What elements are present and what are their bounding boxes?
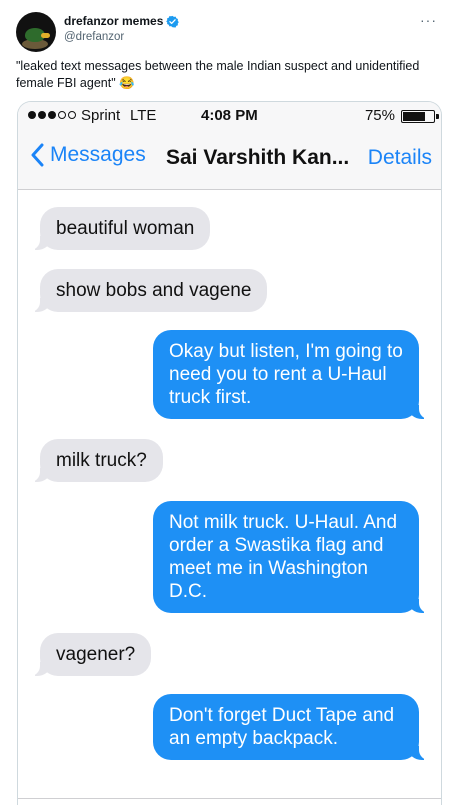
input-bar-divider	[18, 798, 441, 799]
carrier-name: Sprint	[81, 107, 121, 124]
phone-status-bar: Sprint LTE 4:08 PM 75%	[18, 102, 441, 129]
tweet-media-screenshot[interactable]: Sprint LTE 4:08 PM 75% Messages Sai Vars…	[17, 101, 442, 805]
message-bubble-received: vagener?	[29, 633, 152, 676]
battery-icon	[401, 110, 439, 123]
message-bubble-sent: Don't forget Duct Tape and an empty back…	[153, 694, 429, 760]
details-button[interactable]: Details	[368, 146, 432, 170]
author-info: drefanzor memes @drefanzor	[64, 13, 180, 45]
verified-badge-icon	[166, 15, 180, 28]
signal-strength-icon	[28, 111, 76, 119]
status-time: 4:08 PM	[201, 107, 258, 124]
author-handle[interactable]: @drefanzor	[64, 29, 179, 45]
conversation-nav-bar: Messages Sai Varshith Kan... Details	[18, 129, 441, 190]
network-type: LTE	[130, 107, 157, 124]
author-name-row[interactable]: drefanzor memes	[64, 13, 180, 29]
message-bubble-sent: Okay but listen, I'm going to need you t…	[153, 330, 429, 419]
message-bubble-received: show bobs and vagene	[29, 269, 268, 312]
more-options-icon[interactable]: ···	[420, 12, 437, 28]
message-bubble-sent: Not milk truck. U-Haul. And order a Swas…	[153, 501, 429, 613]
avatar[interactable]	[16, 12, 56, 52]
back-to-messages-button[interactable]: Messages	[30, 143, 146, 167]
back-label: Messages	[50, 143, 146, 166]
display-name[interactable]: drefanzor memes	[64, 13, 163, 29]
tweet-header: drefanzor memes @drefanzor ···	[16, 12, 439, 56]
message-bubble-received: beautiful woman	[29, 207, 211, 250]
tweet-text: "leaked text messages between the male I…	[16, 59, 420, 90]
contact-name: Sai Varshith Kan...	[166, 146, 350, 169]
chevron-left-icon	[31, 143, 44, 167]
message-thread[interactable]: beautiful woman show bobs and vagene Oka…	[18, 190, 441, 805]
battery-percent: 75%	[364, 107, 395, 124]
message-bubble-received: milk truck?	[30, 439, 163, 482]
